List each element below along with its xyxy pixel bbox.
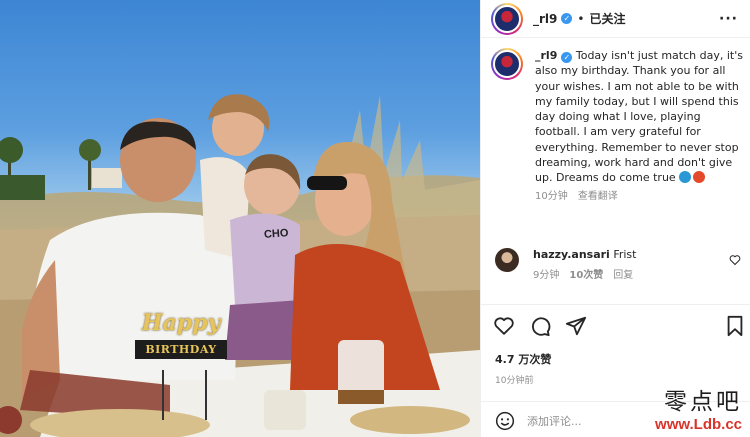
caption-username[interactable]: _rl9 <box>535 49 557 62</box>
caption-time[interactable]: 10分钟 <box>535 191 568 202</box>
add-comment-input[interactable]: 添加评论... <box>527 413 582 429</box>
comment-item: hazzy.ansari Frist 9分钟 10次赞 回复 <box>495 248 745 281</box>
emoji-picker-icon[interactable] <box>495 411 515 431</box>
post-side-panel: _rl9 ✓ • 已关注 ··· _rl9 ✓ Today isn't just … <box>480 0 750 437</box>
topper-birthday-text: BIRTHDAY <box>135 340 227 359</box>
watermark: 零点吧 www.Ldb.cc <box>655 382 742 433</box>
photo-scene <box>0 94 480 437</box>
heart-icon[interactable] <box>493 315 515 337</box>
comment-icon[interactable] <box>529 315 551 337</box>
comment-time[interactable]: 9分钟 <box>533 270 559 281</box>
commenter-username[interactable]: hazzy.ansari <box>533 248 610 261</box>
verified-badge-icon: ✓ <box>561 13 573 24</box>
share-icon[interactable] <box>565 315 587 337</box>
birthday-topper: Happy BIRTHDAY <box>135 312 227 359</box>
blue-circle-emoji-icon <box>678 171 691 184</box>
bookmark-icon[interactable] <box>725 315 745 337</box>
caption-text: Today isn't just match day, it's also my… <box>535 49 743 185</box>
author-username[interactable]: _rl9 <box>533 12 557 26</box>
comment-likes[interactable]: 10次赞 <box>569 270 603 281</box>
see-translation-link[interactable]: 查看翻译 <box>578 191 618 202</box>
commenter-avatar[interactable] <box>495 248 519 272</box>
post-timestamp: 10分钟前 <box>495 376 534 386</box>
comment-text: Frist <box>613 248 637 261</box>
watermark-cn-text: 零点吧 <box>664 389 742 415</box>
like-count[interactable]: 4.7 万次赞 <box>495 351 551 367</box>
follow-status-button[interactable]: 已关注 <box>589 10 625 27</box>
comment-reply-button[interactable]: 回复 <box>613 270 633 281</box>
post-header: _rl9 ✓ • 已关注 ··· <box>481 0 750 38</box>
caption-avatar[interactable] <box>491 48 523 80</box>
header-separator: • <box>577 11 585 26</box>
post-caption: _rl9 ✓ Today isn't just match day, it's a… <box>491 48 743 204</box>
post-photo[interactable]: Happy BIRTHDAY CHO <box>0 0 480 437</box>
more-options-icon[interactable]: ··· <box>719 11 738 27</box>
comment-like-heart-icon[interactable] <box>729 254 741 266</box>
caption-verified-icon: ✓ <box>561 52 573 63</box>
topper-happy-text: Happy <box>141 310 221 336</box>
red-circle-emoji-icon <box>692 171 705 184</box>
watermark-url-text: www.Ldb.cc <box>655 416 742 433</box>
shirt-print-text: CHO <box>263 227 289 241</box>
author-avatar[interactable] <box>491 2 523 35</box>
